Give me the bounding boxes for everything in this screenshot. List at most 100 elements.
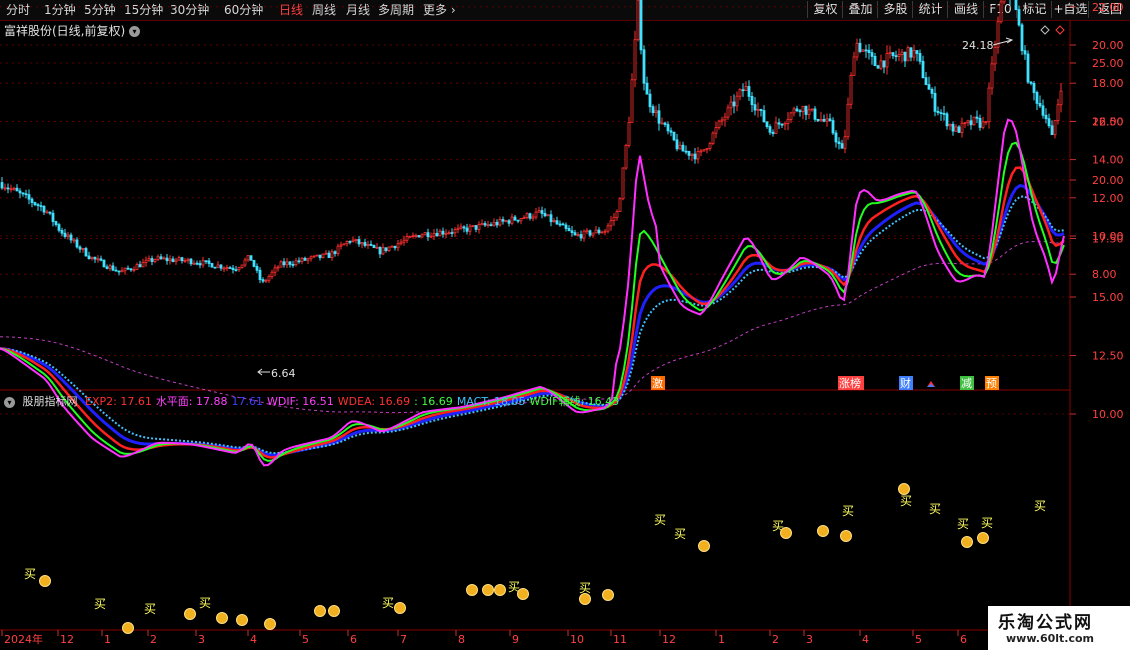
candle-body	[72, 239, 76, 242]
coin-icon	[39, 575, 51, 587]
candle-body	[555, 220, 559, 225]
candle-body	[99, 258, 103, 261]
candle-body	[42, 206, 46, 213]
time-tick-label: 6	[960, 633, 967, 646]
candle-body	[864, 49, 868, 52]
candle-body	[495, 221, 499, 226]
candle-body	[294, 260, 298, 265]
indicator-tick-label: 17.50	[1092, 233, 1124, 246]
candle-body	[468, 225, 472, 232]
candle-body	[267, 275, 271, 281]
series-green-line	[0, 141, 1065, 462]
candle-body	[930, 88, 934, 94]
candle-body	[990, 63, 994, 89]
indicator-tick-label: 20.00	[1092, 174, 1124, 187]
candle-body	[816, 118, 820, 122]
candle-body	[84, 248, 88, 257]
candle-body	[444, 232, 448, 235]
candle-body	[987, 87, 991, 123]
chevron-down-icon[interactable]: ▾	[4, 396, 15, 408]
buy-signal-label: 买	[957, 517, 969, 531]
candle-body	[789, 112, 793, 120]
candle-body	[9, 188, 13, 191]
candle-body	[270, 271, 274, 277]
candle-body	[690, 153, 694, 156]
candle-body	[564, 224, 568, 229]
candle-body	[360, 242, 364, 245]
candle-body	[573, 232, 577, 236]
high-arrow	[992, 37, 1014, 46]
candle-body	[750, 96, 754, 106]
candle-body	[759, 108, 763, 111]
time-tick-label: 5	[915, 633, 922, 646]
candle-body	[1035, 92, 1039, 104]
candle-body	[942, 112, 946, 115]
candle-body	[642, 49, 646, 84]
candle-body	[915, 50, 919, 54]
candle-body	[594, 229, 598, 234]
candle-body	[627, 122, 631, 146]
candle-body	[105, 266, 109, 269]
candle-body	[651, 106, 655, 114]
candle-body	[540, 210, 544, 214]
candle-body	[546, 214, 550, 217]
candle-body	[306, 258, 310, 261]
event-tag-label: 减	[961, 377, 972, 390]
candle-body	[771, 131, 775, 134]
candle-body	[207, 260, 211, 264]
candle-body	[51, 212, 55, 222]
candle-body	[576, 234, 580, 236]
buy-signal-label: 买	[674, 527, 686, 541]
candle-body	[765, 121, 769, 128]
candle-body	[543, 213, 547, 217]
candle-body	[30, 198, 34, 203]
candle-body	[597, 229, 601, 234]
candle-body	[774, 122, 778, 134]
candle-body	[288, 261, 292, 265]
candle-body	[927, 84, 931, 90]
time-tick-label: 6	[350, 633, 357, 646]
candle-body	[1038, 103, 1042, 107]
candle-body	[231, 267, 235, 271]
indicator-tick-label: 15.00	[1092, 291, 1124, 304]
candle-body	[39, 205, 43, 208]
coin-icon	[466, 584, 478, 596]
candle-body	[906, 47, 910, 62]
candle-body	[999, 1, 1003, 23]
low-arrow	[257, 368, 270, 376]
candle-body	[624, 144, 628, 169]
candle-body	[0, 182, 4, 189]
candle-body	[432, 233, 436, 237]
candle-body	[159, 256, 163, 259]
candle-body	[36, 204, 40, 207]
candle-body	[903, 51, 907, 62]
buy-signal-label: 买	[981, 516, 993, 530]
candle-body	[372, 244, 376, 249]
candle-body	[579, 234, 583, 239]
candle-body	[918, 53, 922, 62]
candle-body	[534, 211, 538, 218]
candle-body	[423, 232, 427, 236]
candle-body	[228, 267, 232, 269]
candle-body	[870, 52, 874, 57]
candle-body	[855, 42, 859, 58]
candle-body	[1002, 0, 1006, 3]
candle-body	[936, 110, 940, 113]
diamond-icon	[1040, 25, 1050, 35]
candle-body	[243, 259, 247, 266]
candle-body	[780, 123, 784, 126]
candle-body	[1050, 125, 1054, 136]
candle-body	[384, 247, 388, 251]
candle-body	[615, 211, 619, 218]
candle-body	[1017, 9, 1021, 26]
candle-body	[69, 234, 73, 241]
candle-body	[1032, 82, 1036, 93]
candle-body	[567, 228, 571, 232]
candle-body	[150, 258, 154, 262]
watermark-name: 乐淘公式网	[998, 613, 1093, 633]
candle-body	[297, 260, 301, 263]
candle-body	[333, 251, 337, 254]
candle-body	[180, 257, 184, 262]
candle-body	[309, 256, 313, 260]
candle-body	[600, 231, 604, 234]
